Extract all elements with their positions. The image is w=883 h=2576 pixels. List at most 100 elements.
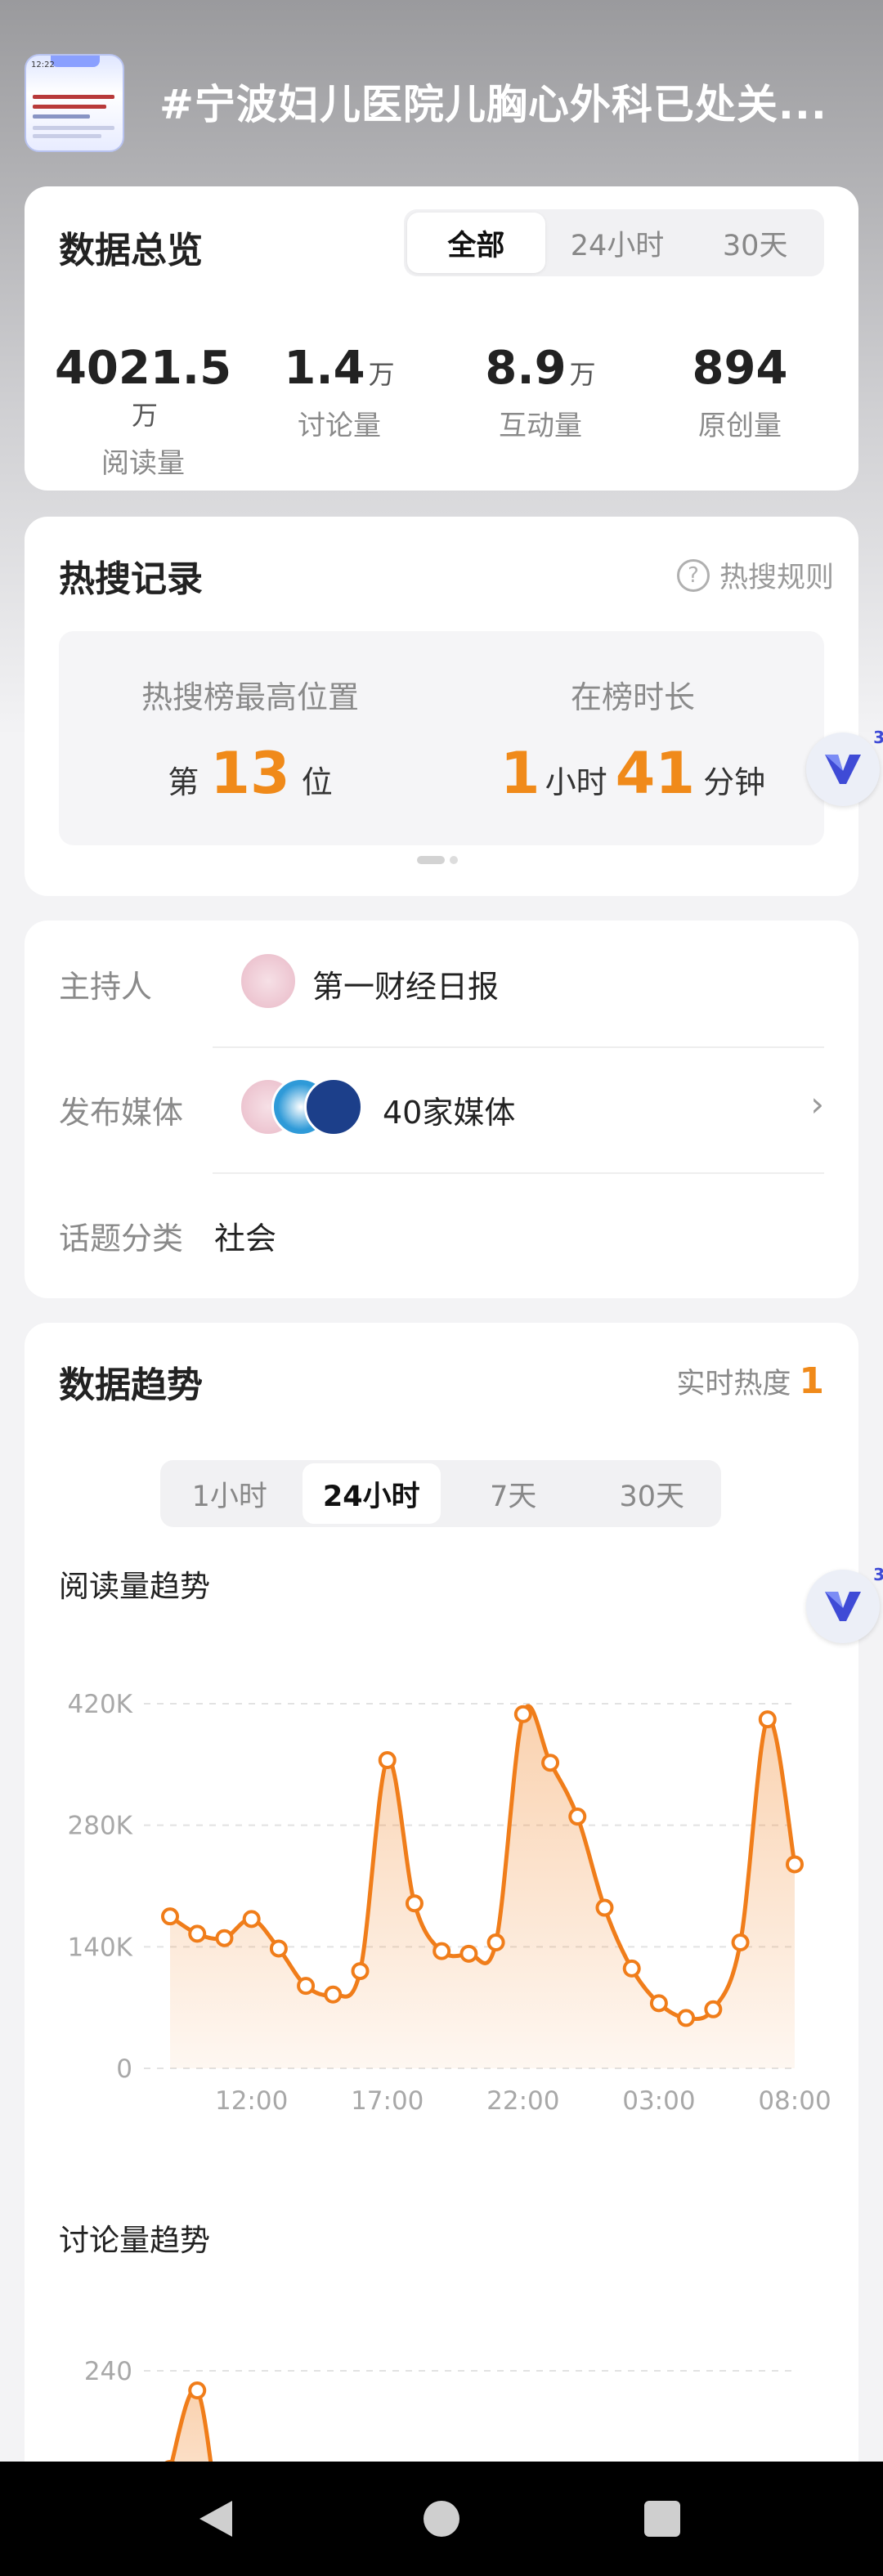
v-logo-icon [825,755,861,784]
data-point [161,1907,179,1926]
thumbnail-line [33,126,114,130]
duration-label: 在榜时长 [570,679,695,715]
overview-title: 数据总览 [59,230,203,271]
thumbnail-time: 12:22 [31,60,55,69]
tab-24h[interactable]: 24小时 [302,1463,441,1524]
chevron-right-icon: › [810,1084,824,1124]
media-label: 发布媒体 [59,1095,184,1131]
category-value: 社会 [214,1221,277,1257]
rules-label: 热搜规则 [719,562,834,594]
tab-1h[interactable]: 1小时 [160,1460,299,1527]
floating-v-button[interactable]: 3 [806,728,883,806]
series-area [170,1705,795,2068]
host-row[interactable]: 主持人 第一财经日报 [59,921,824,1046]
overview-range-tabs: 全部 24小时 30天 [404,209,824,276]
home-icon[interactable] [424,2501,459,2537]
data-point [622,1959,641,1978]
tab-all[interactable]: 全部 [407,213,545,273]
x-tick-label: 22:00 [486,2086,559,2116]
host-avatar [239,952,298,1010]
data-point [188,1924,207,1943]
hot-search-stats[interactable]: 热搜榜最高位置 第 13 位 在榜时长 1 小时 41 分钟 [59,631,824,845]
x-tick-label: 03:00 [622,2086,695,2116]
data-point [459,1944,478,1963]
v-logo-icon [825,1592,861,1621]
question-icon: ? [676,558,710,592]
y-tick-label: 0 [116,2054,132,2084]
stat-label: 讨论量 [298,410,381,442]
peak-value: 13 [210,740,290,807]
stat-value: 1.4 [284,342,365,395]
data-point [486,1933,505,1952]
data-point [758,1710,777,1729]
thumbnail-banner [51,56,100,67]
host-value: 第一财经日报 [312,969,500,1005]
stat-label: 互动量 [499,410,582,442]
stat-label: 阅读量 [101,447,185,480]
read-trend-chart: 0 140K 280K 420K 12:00 17:00 22:00 03:00 08:00 [68,1690,831,2116]
topic-thumbnail[interactable]: 12:22 [25,54,124,152]
data-point [513,1705,532,1723]
topic-info-card: 主持人 第一财经日报 发布媒体 40家媒体 › 话题分类 社会 [25,921,858,1298]
page-indicator [417,852,463,867]
data-point [269,1939,288,1958]
page-dot-active [417,856,445,864]
hot-search-rules-link[interactable]: ? 热搜规则 [676,554,834,596]
data-point [188,2381,207,2399]
discuss-trend-title: 讨论量趋势 [59,2223,210,2258]
thumbnail-line [33,114,90,119]
data-point [433,1942,451,1960]
y-tick-label: 420K [68,1690,133,1719]
data-point [215,1929,234,1947]
category-label: 话题分类 [59,1221,184,1257]
media-value: 40家媒体 [383,1095,516,1131]
data-point [541,1754,560,1772]
data-point [351,1962,370,1981]
x-tick-label: 12:00 [215,2086,288,2116]
realtime-label: 实时热度 [676,1368,791,1400]
hot-search-title: 热搜记录 [59,558,203,600]
back-icon[interactable] [199,2501,232,2537]
data-point [297,1977,316,1996]
media-row[interactable]: 发布媒体 40家媒体 › [59,1046,824,1172]
data-point [324,1985,343,2004]
tab-30d[interactable]: 30天 [583,1460,722,1527]
hours-unit: 小时 [545,764,607,800]
x-tick-label: 08:00 [758,2086,831,2116]
stat-value: 4021.5 [54,342,232,395]
data-point [595,1898,614,1917]
recents-icon[interactable] [644,2501,680,2537]
duration-hours: 1 [500,740,540,807]
stat-discuss: 1.4 万 讨论量 [237,342,441,443]
hot-search-card: 热搜记录 ? 热搜规则 热搜榜最高位置 第 13 位 在榜时长 1 小时 41 分钟 [25,517,858,896]
tab-24h[interactable]: 24小时 [549,209,687,276]
stat-interact: 8.9 万 互动量 [438,342,643,443]
y-tick-label: 240 [84,2357,132,2386]
tab-30d[interactable]: 30天 [686,209,824,276]
realtime-value: 1 [799,1360,824,1402]
peak-suffix: 位 [301,764,333,800]
trend-range-tabs: 1小时 24小时 7天 30天 [160,1460,721,1527]
overview-card: 数据总览 全部 24小时 30天 4021.5万 阅读量 1.4 万 讨论量 8.… [25,186,858,491]
data-point [568,1808,587,1826]
y-tick-label: 280K [68,1812,133,1841]
stat-unit: 万 [569,359,596,390]
tab-7d[interactable]: 7天 [444,1460,583,1527]
peak-position: 热搜榜最高位置 第 13 位 [59,672,441,807]
nav-icons [199,2501,680,2537]
topic-header: 12:22 #宁波妇儿医院儿胸心外科已处关... [25,54,867,152]
data-point [731,1933,750,1952]
badge-count: 3 [873,728,883,747]
stat-value: 8.9 [485,342,567,395]
badge-count: 3 [873,1565,883,1584]
media-avatar [304,1077,363,1136]
data-point [378,1751,397,1770]
data-point [677,2009,696,2027]
data-point [704,2000,723,2018]
floating-v-button[interactable]: 3 [806,1565,883,1643]
minutes-unit: 分钟 [703,764,766,800]
duration-minutes: 41 [615,740,696,807]
stat-read: 4021.5 万 阅读量 [41,342,245,481]
on-list-duration: 在榜时长 1 小时 41 分钟 [441,672,824,807]
peak-label: 热搜榜最高位置 [141,679,359,715]
